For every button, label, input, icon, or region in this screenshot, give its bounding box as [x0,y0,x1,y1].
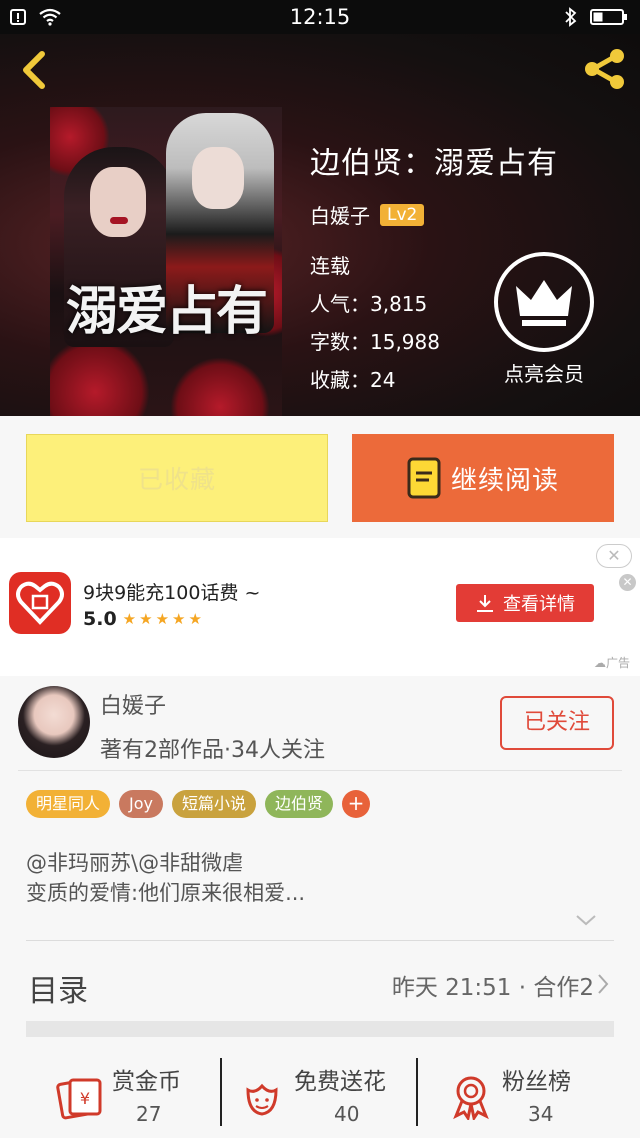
ad-details-button[interactable]: 查看详情 [456,584,594,622]
book-header: 溺爱占有 边伯贤：溺爱占有 白媛子 Lv2 连载 人气：3,815 字数：15,… [0,34,640,416]
tag-baekhyun[interactable]: 边伯贤 [265,790,334,818]
word-count-stat: 字数：15,988 [310,330,440,354]
ad-dismiss-icon[interactable]: ✕ [619,574,636,591]
popularity-stat: 人气：3,815 [310,292,428,316]
crown-icon [516,280,572,326]
ad-title: 9块9能充100话费 ~ [83,582,261,604]
author-avatar[interactable] [18,686,90,758]
coin-envelope-icon: ¥ [56,1078,102,1120]
clock: 12:15 [289,5,351,29]
book-title: 边伯贤：溺爱占有 [310,146,558,181]
follow-button[interactable]: 已关注 [500,696,614,750]
reward-coins-button[interactable]: ¥ 赏金币 27 [56,1058,206,1134]
scroll-placeholder [26,1021,614,1037]
author-section: 白媛子 著有2部作品·34人关注 已关注 明星同人 Joy 短篇小说 边伯贤 +… [0,676,640,1036]
tag-short-story[interactable]: 短篇小说 [172,790,257,818]
back-arrow-icon [23,51,45,89]
divider [18,770,622,771]
author-card-name[interactable]: 白媛子 [100,688,166,720]
toc-label[interactable]: 目录 [28,966,88,1010]
chevron-right-icon[interactable] [596,972,610,1000]
expand-chevron-icon[interactable] [574,912,598,931]
author-card-summary: 著有2部作品·34人关注 [100,738,325,763]
send-flowers-button[interactable]: 免费送花 40 [240,1058,410,1134]
favorites-stat: 收藏：24 [310,368,396,392]
book-description[interactable]: @非玛丽苏\@非甜微虐 变质的爱情:他们原来很相爱... [26,848,305,908]
toc-meta[interactable]: 昨天 21:51 · 合作2 [392,968,594,1002]
fan-ranking-button[interactable]: 粉丝榜 34 [450,1058,610,1134]
cover-title-art: 溺爱占有 [65,281,268,342]
ad-close-button[interactable]: ✕ [596,544,632,568]
continue-reading-button[interactable]: 继续阅读 [352,434,614,522]
favorited-button[interactable]: 已收藏 [26,434,328,522]
ad-rating: 5.0 ★★★★★ [83,608,205,630]
divider [220,1058,222,1126]
flower-icon [246,1083,278,1116]
author-name[interactable]: 白媛子 [310,200,370,229]
divider [416,1058,418,1126]
bottom-stats: ¥ 赏金币 27 免费送花 40 粉丝榜 34 [0,1048,640,1138]
ad-tag: ☁广告 [593,656,630,670]
svg-text:¥: ¥ [80,1089,90,1108]
book-cover[interactable]: 溺爱占有 [50,107,282,416]
tag-star-fanfic[interactable]: 明星同人 [26,790,111,818]
ad-banner[interactable]: ✕ ✕ 9块9能充100话费 ~ 5.0 ★★★★★ 查看详情 ☁广告 [0,538,640,676]
level-badge: Lv2 [380,203,425,226]
share-icon [585,49,624,89]
continue-reading-label: 继续阅读 [450,465,559,496]
star-rating-icon: ★★★★★ [122,610,205,628]
tag-list: 明星同人 Joy 短篇小说 边伯贤 + [26,790,371,818]
book-icon [407,457,441,499]
action-bar: 已收藏 继续阅读 [0,416,640,538]
add-tag-button[interactable]: + [342,790,371,818]
vip-label: 点亮会员 [504,362,584,386]
serial-status: 连载 [310,254,350,278]
divider [26,940,614,941]
ribbon-badge-icon [453,1076,489,1120]
back-button[interactable] [16,48,56,92]
book-meta: 边伯贤：溺爱占有 白媛子 Lv2 连载 人气：3,815 字数：15,988 收… [310,138,558,392]
shopping-app-icon [9,572,71,634]
bluetooth-icon [564,7,578,31]
share-button[interactable] [580,46,630,92]
battery-icon [590,8,628,30]
tag-joy[interactable]: Joy [119,790,163,818]
download-icon [477,595,493,612]
vip-button[interactable]: 点亮会员 [492,252,596,387]
status-bar: 12:15 [0,0,640,34]
